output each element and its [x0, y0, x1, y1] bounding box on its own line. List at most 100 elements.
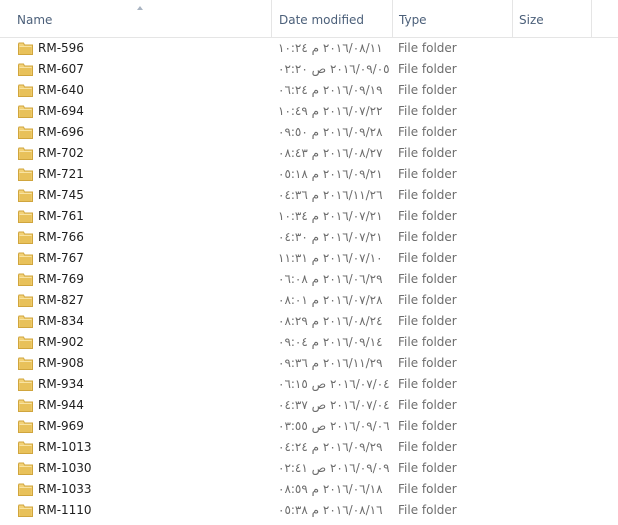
file-row[interactable]: RM-944 ٢٠١٦/٠٧/٠٤ ص ٠٤:٣٧ File folder	[0, 395, 618, 416]
file-name: RM-1110	[38, 503, 92, 517]
file-row[interactable]: RM-769 ٢٠١٦/٠٦/٢٩ م ٠٦:٠٨ File folder	[0, 269, 618, 290]
file-row[interactable]: RM-694 ٢٠١٦/٠٧/٢٢ م ١٠:٤٩ File folder	[0, 101, 618, 122]
file-date-modified: ٢٠١٦/٠٨/٢٧ م ٠٨:٤٣	[278, 146, 383, 160]
file-type: File folder	[398, 41, 457, 55]
column-header-date-modified[interactable]: Date modified	[271, 0, 392, 38]
file-row[interactable]: RM-607 ٢٠١٦/٠٩/٠٥ ص ٠٢:٢٠ File folder	[0, 59, 618, 80]
file-name: RM-1033	[38, 482, 92, 496]
folder-icon	[18, 357, 33, 370]
file-name: RM-761	[38, 209, 84, 223]
file-date-modified: ٢٠١٦/١١/٢٩ م ٠٩:٣٦	[278, 356, 383, 370]
column-header-name[interactable]: Name	[0, 0, 271, 38]
file-type: File folder	[398, 440, 457, 454]
file-date-modified: ٢٠١٦/٠٧/٢١ م ٠٤:٣٠	[278, 230, 383, 244]
file-type: File folder	[398, 335, 457, 349]
file-name: RM-596	[38, 41, 84, 55]
folder-icon	[18, 231, 33, 244]
file-name: RM-834	[38, 314, 84, 328]
file-date-modified: ٢٠١٦/٠٧/٢٨ م ٠٨:٠١	[278, 293, 383, 307]
file-name: RM-908	[38, 356, 84, 370]
file-type: File folder	[398, 230, 457, 244]
file-row[interactable]: RM-745 ٢٠١٦/١١/٢٦ م ٠٤:٣٦ File folder	[0, 185, 618, 206]
folder-icon	[18, 126, 33, 139]
file-row[interactable]: RM-1110 ٢٠١٦/٠٨/١٦ م ٠٥:٣٨ File folder	[0, 500, 618, 521]
file-date-modified: ٢٠١٦/٠٦/١٨ م ٠٨:٥٩	[278, 482, 383, 496]
file-type: File folder	[398, 356, 457, 370]
file-row[interactable]: RM-1033 ٢٠١٦/٠٦/١٨ م ٠٨:٥٩ File folder	[0, 479, 618, 500]
file-date-modified: ٢٠١٦/٠٩/٢٩ م ٠٤:٢٤	[278, 440, 383, 454]
file-name: RM-721	[38, 167, 84, 181]
file-date-modified: ٢٠١٦/٠٧/٢٢ م ١٠:٤٩	[278, 104, 383, 118]
file-name: RM-1013	[38, 440, 92, 454]
folder-icon	[18, 252, 33, 265]
file-row[interactable]: RM-827 ٢٠١٦/٠٧/٢٨ م ٠٨:٠١ File folder	[0, 290, 618, 311]
file-row[interactable]: RM-1013 ٢٠١٦/٠٩/٢٩ م ٠٤:٢٤ File folder	[0, 437, 618, 458]
file-name: RM-1030	[38, 461, 92, 475]
file-row[interactable]: RM-696 ٢٠١٦/٠٩/٢٨ م ٠٩:٥٠ File folder	[0, 122, 618, 143]
file-type: File folder	[398, 482, 457, 496]
file-date-modified: ٢٠١٦/٠٩/٠٩ ص ٠٢:٤١	[278, 461, 390, 475]
file-name: RM-827	[38, 293, 84, 307]
file-type: File folder	[398, 188, 457, 202]
folder-icon	[18, 168, 33, 181]
file-type: File folder	[398, 104, 457, 118]
file-type: File folder	[398, 314, 457, 328]
file-date-modified: ٢٠١٦/٠٩/١٩ م ٠٦:٢٤	[278, 83, 383, 97]
file-date-modified: ٢٠١٦/٠٧/١٠ م ١١:٣١	[278, 251, 383, 265]
file-name: RM-696	[38, 125, 84, 139]
file-date-modified: ٢٠١٦/٠٩/١٤ م ٠٩:٠٤	[278, 335, 383, 349]
folder-icon	[18, 189, 33, 202]
file-name: RM-607	[38, 62, 84, 76]
file-date-modified: ٢٠١٦/٠٦/٢٩ م ٠٦:٠٨	[278, 272, 383, 286]
folder-icon	[18, 63, 33, 76]
folder-icon	[18, 273, 33, 286]
file-row[interactable]: RM-761 ٢٠١٦/٠٧/٢١ م ١٠:٣٤ File folder	[0, 206, 618, 227]
folder-icon	[18, 378, 33, 391]
column-header-name-label: Name	[17, 13, 53, 27]
folder-icon	[18, 147, 33, 160]
column-header-size[interactable]: Size	[512, 0, 592, 38]
file-date-modified: ٢٠١٦/٠٩/٠٥ ص ٠٢:٢٠	[278, 62, 390, 76]
file-date-modified: ٢٠١٦/٠٨/٢٤ م ٠٨:٢٩	[278, 314, 383, 328]
folder-icon	[18, 315, 33, 328]
file-type: File folder	[398, 377, 457, 391]
file-type: File folder	[398, 167, 457, 181]
file-row[interactable]: RM-596 ٢٠١٦/٠٨/١١ م ١٠:٢٤ File folder	[0, 38, 618, 59]
file-row[interactable]: RM-640 ٢٠١٦/٠٩/١٩ م ٠٦:٢٤ File folder	[0, 80, 618, 101]
folder-icon	[18, 84, 33, 97]
folder-icon	[18, 210, 33, 223]
file-date-modified: ٢٠١٦/٠٧/٢١ م ١٠:٣٤	[278, 209, 383, 223]
file-row[interactable]: RM-834 ٢٠١٦/٠٨/٢٤ م ٠٨:٢٩ File folder	[0, 311, 618, 332]
file-row[interactable]: RM-767 ٢٠١٦/٠٧/١٠ م ١١:٣١ File folder	[0, 248, 618, 269]
folder-icon	[18, 462, 33, 475]
file-name: RM-969	[38, 419, 84, 433]
file-name: RM-694	[38, 104, 84, 118]
file-name: RM-944	[38, 398, 84, 412]
file-name: RM-702	[38, 146, 84, 160]
file-type: File folder	[398, 503, 457, 517]
file-row[interactable]: RM-721 ٢٠١٦/٠٩/٢١ م ٠٥:١٨ File folder	[0, 164, 618, 185]
file-row[interactable]: RM-969 ٢٠١٦/٠٩/٠٦ ص ٠٣:٥٥ File folder	[0, 416, 618, 437]
column-header-size-label: Size	[519, 13, 544, 27]
file-date-modified: ٢٠١٦/١١/٢٦ م ٠٤:٣٦	[278, 188, 383, 202]
file-row[interactable]: RM-934 ٢٠١٦/٠٧/٠٤ ص ٠٦:١٥ File folder	[0, 374, 618, 395]
column-header-type[interactable]: Type	[392, 0, 512, 38]
folder-icon	[18, 42, 33, 55]
file-row[interactable]: RM-1030 ٢٠١٦/٠٩/٠٩ ص ٠٢:٤١ File folder	[0, 458, 618, 479]
file-date-modified: ٢٠١٦/٠٧/٠٤ ص ٠٦:١٥	[278, 377, 390, 391]
file-row[interactable]: RM-902 ٢٠١٦/٠٩/١٤ م ٠٩:٠٤ File folder	[0, 332, 618, 353]
folder-icon	[18, 420, 33, 433]
file-date-modified: ٢٠١٦/٠٨/١٦ م ٠٥:٣٨	[278, 503, 383, 517]
column-header-bar: Name Date modified Type Size	[0, 0, 618, 38]
sort-ascending-icon	[137, 6, 143, 10]
file-row[interactable]: RM-908 ٢٠١٦/١١/٢٩ م ٠٩:٣٦ File folder	[0, 353, 618, 374]
file-type: File folder	[398, 461, 457, 475]
file-row[interactable]: RM-702 ٢٠١٦/٠٨/٢٧ م ٠٨:٤٣ File folder	[0, 143, 618, 164]
file-type: File folder	[398, 83, 457, 97]
file-type: File folder	[398, 251, 457, 265]
file-type: File folder	[398, 293, 457, 307]
folder-icon	[18, 504, 33, 517]
file-date-modified: ٢٠١٦/٠٨/١١ م ١٠:٢٤	[278, 41, 383, 55]
file-date-modified: ٢٠١٦/٠٧/٠٤ ص ٠٤:٣٧	[278, 398, 390, 412]
file-row[interactable]: RM-766 ٢٠١٦/٠٧/٢١ م ٠٤:٣٠ File folder	[0, 227, 618, 248]
